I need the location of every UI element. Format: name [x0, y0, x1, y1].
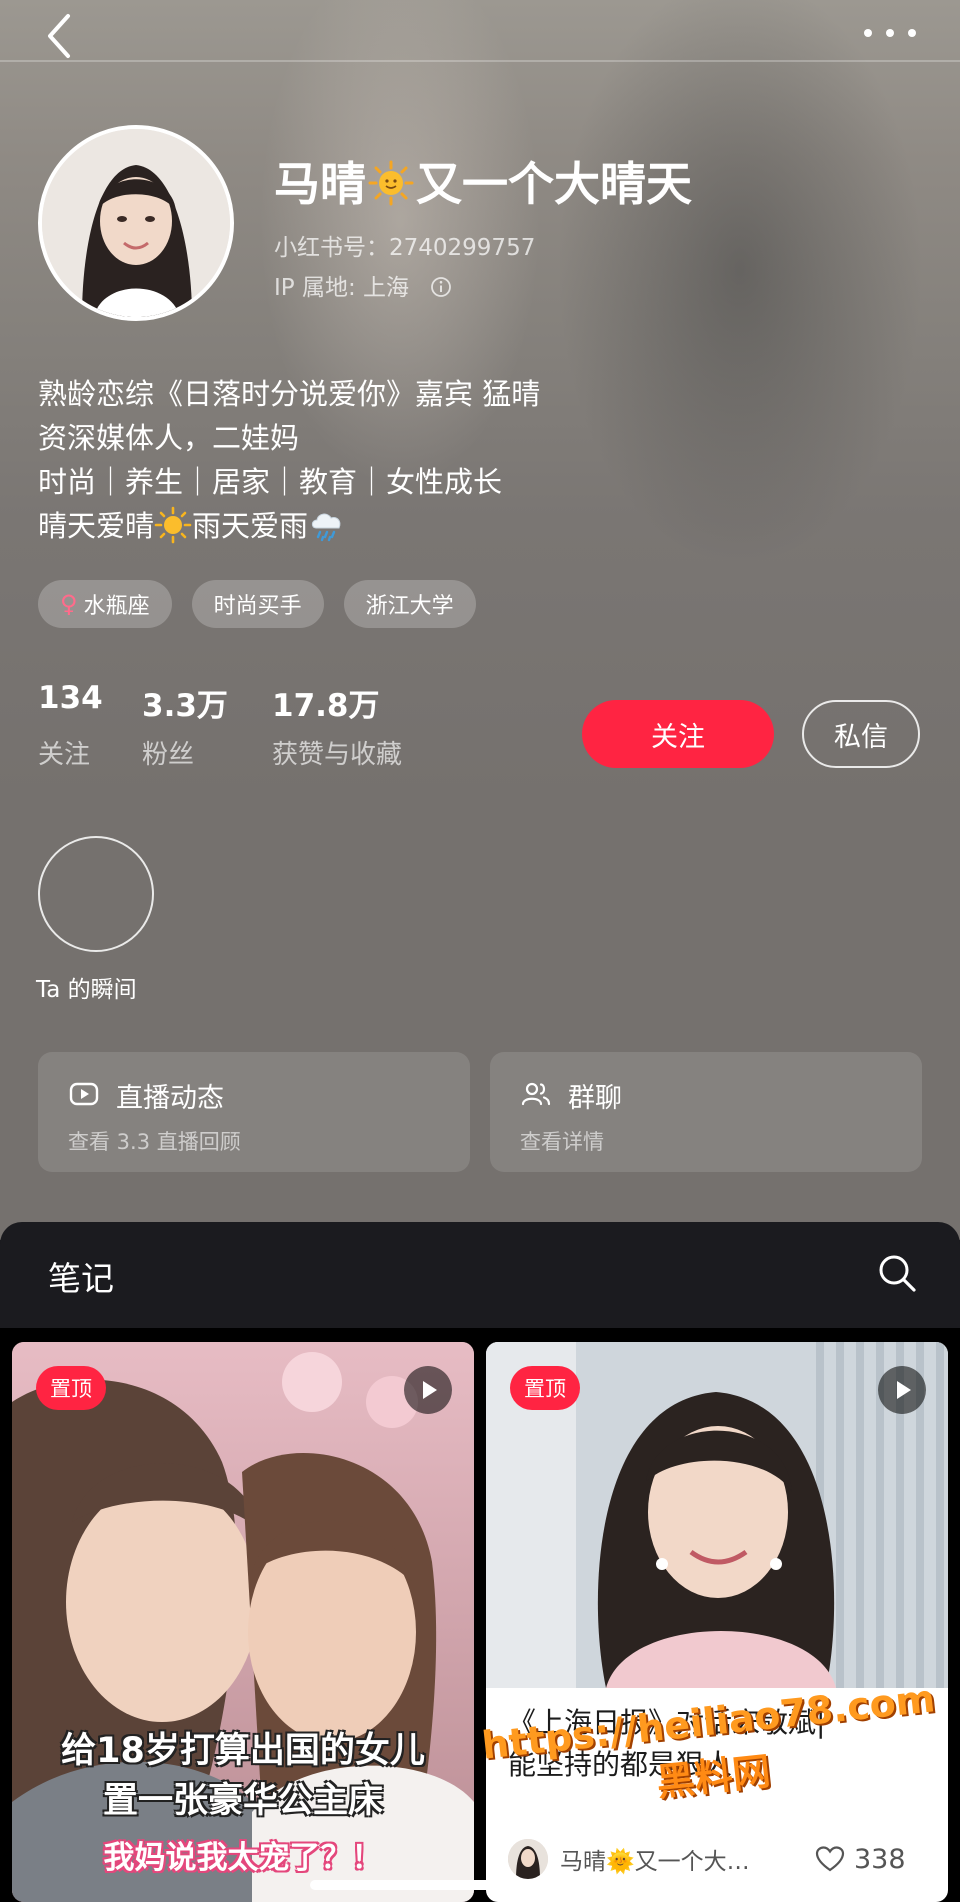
- cover-caption-line: 给18岁打算出国的女儿: [61, 1731, 425, 1771]
- bio-line-weather: 晴天爱晴 雨天爱雨: [38, 504, 918, 548]
- author-name[interactable]: 马晴🌞又一个大…: [560, 1842, 800, 1876]
- group-card-title: 群聊: [568, 1083, 622, 1114]
- note-author-row: 马晴🌞又一个大… 338: [508, 1837, 928, 1881]
- group-card-subtitle: 查看详情: [520, 1130, 604, 1154]
- fans-label: 粉丝: [142, 740, 195, 770]
- group-chat-card[interactable]: 群聊 查看详情: [490, 1052, 922, 1172]
- live-video-icon: [69, 1082, 99, 1106]
- search-icon[interactable]: [876, 1252, 918, 1294]
- top-bar: [0, 0, 960, 70]
- ip-location-text: IP 属地: 上海: [274, 275, 410, 301]
- profile-name-text-suffix: 又一个大晴天: [416, 157, 692, 211]
- profile-bio: 熟龄恋综《日落时分说爱你》嘉宾 猛晴 资深媒体人，二娃妈 时尚｜养生｜居家｜教育…: [38, 372, 918, 548]
- tag-occupation[interactable]: 时尚买手: [191, 580, 324, 628]
- info-icon[interactable]: [430, 276, 452, 298]
- sun-emoji-icon: [368, 160, 414, 206]
- pinned-badge: 置顶: [510, 1366, 580, 1410]
- note-card[interactable]: 置顶 给18岁打算出国的女儿 置一张豪华公主床 我妈说我太宠了？！: [12, 1342, 474, 1902]
- live-card-subtitle: 查看 3.3 直播回顾: [68, 1130, 241, 1154]
- bio-line: 熟龄恋综《日落时分说爱你》嘉宾 猛晴: [38, 377, 541, 411]
- likes-count: 17.8万: [272, 688, 380, 724]
- live-replay-card[interactable]: 直播动态 查看 3.3 直播回顾: [38, 1052, 470, 1172]
- video-play-icon: [404, 1366, 452, 1414]
- author-avatar[interactable]: [508, 1839, 548, 1879]
- tag-zodiac[interactable]: ♀ 水瓶座: [38, 580, 172, 628]
- bio-text-rainy: 雨天爱雨: [192, 509, 309, 543]
- moments-label[interactable]: Ta 的瞬间: [36, 970, 137, 1004]
- back-arrow-icon[interactable]: [40, 12, 80, 60]
- likes-label: 获赞与收藏: [272, 740, 403, 770]
- heart-icon[interactable]: [814, 1843, 846, 1875]
- sunny-emoji-icon: [154, 506, 192, 544]
- fans-count: 3.3万: [142, 688, 228, 724]
- bio-text-sunny: 晴天爱晴: [38, 509, 155, 543]
- moments-avatar-circle[interactable]: [38, 836, 154, 952]
- female-icon: ♀: [60, 590, 78, 618]
- following-label: 关注: [38, 740, 91, 770]
- bio-line: 资深媒体人，二娃妈: [38, 421, 300, 455]
- rain-cloud-emoji-icon: [311, 513, 341, 542]
- tag-label: 水瓶座: [83, 594, 150, 619]
- like-count: 338: [854, 1843, 906, 1875]
- cover-caption-highlight: 我妈说我太宠了？！: [103, 1840, 383, 1876]
- watermark-name: 黑料网: [654, 1748, 773, 1805]
- following-count: 134: [38, 680, 103, 716]
- redbook-id[interactable]: 小红书号：2740299757: [274, 228, 535, 262]
- stat-following[interactable]: 134 关注: [38, 680, 103, 771]
- more-options-icon[interactable]: [860, 18, 920, 48]
- follow-button[interactable]: 关注: [582, 700, 774, 768]
- message-button[interactable]: 私信: [802, 700, 920, 768]
- profile-name-text: 马晴: [274, 157, 366, 211]
- ip-location: IP 属地: 上海: [274, 268, 452, 302]
- group-chat-icon: [521, 1082, 551, 1106]
- avatar-portrait-image: [42, 129, 230, 317]
- tab-notes[interactable]: 笔记: [48, 1252, 114, 1300]
- tag-label: 浙江大学: [365, 594, 454, 619]
- author-avatar-image: [508, 1839, 548, 1879]
- tag-label: 时尚买手: [213, 594, 302, 619]
- video-play-icon: [878, 1366, 926, 1414]
- pinned-badge: 置顶: [36, 1366, 106, 1410]
- stat-likes[interactable]: 17.8万 获赞与收藏: [272, 680, 402, 771]
- cover-caption-line: 置一张豪华公主床: [102, 1781, 383, 1821]
- profile-avatar[interactable]: [38, 125, 234, 321]
- stat-fans[interactable]: 3.3万 粉丝: [142, 680, 228, 771]
- tag-school[interactable]: 浙江大学: [343, 580, 476, 628]
- profile-tags: ♀ 水瓶座 时尚买手 浙江大学: [38, 580, 476, 628]
- profile-name: 马晴 又一个大晴天: [274, 148, 692, 214]
- home-indicator[interactable]: [310, 1880, 650, 1890]
- bio-line: 时尚｜养生｜居家｜教育｜女性成长: [38, 465, 503, 499]
- live-card-title: 直播动态: [116, 1083, 224, 1114]
